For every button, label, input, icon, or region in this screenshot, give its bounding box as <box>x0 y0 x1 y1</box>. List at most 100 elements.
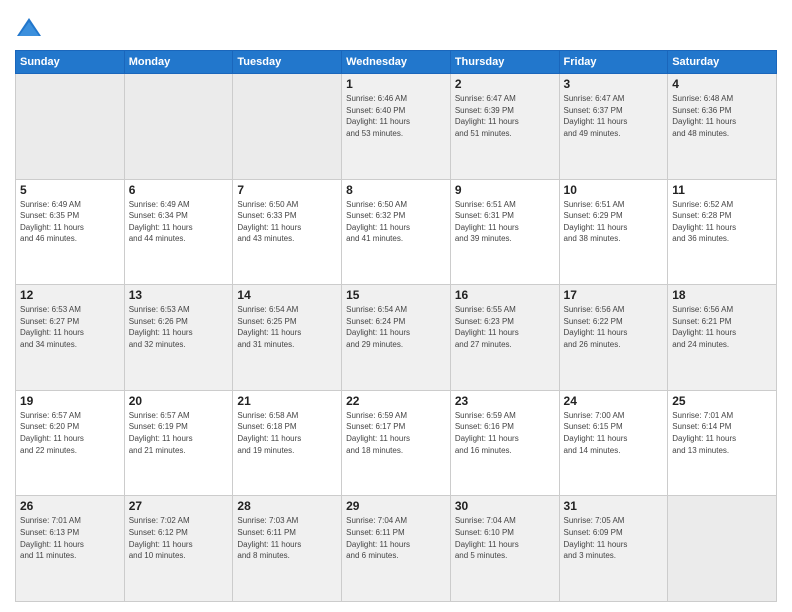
calendar-cell: 20 Sunrise: 6:57 AM Sunset: 6:19 PM Dayli… <box>124 390 233 496</box>
day-info: Sunrise: 6:51 AM Sunset: 6:31 PM Dayligh… <box>455 199 555 245</box>
day-number: 9 <box>455 183 555 197</box>
weekday-header: Friday <box>559 51 668 74</box>
calendar-cell: 26 Sunrise: 7:01 AM Sunset: 6:13 PM Dayli… <box>16 496 125 602</box>
day-number: 15 <box>346 288 446 302</box>
weekday-header: Tuesday <box>233 51 342 74</box>
day-number: 23 <box>455 394 555 408</box>
day-number: 30 <box>455 499 555 513</box>
day-info: Sunrise: 7:04 AM Sunset: 6:10 PM Dayligh… <box>455 515 555 561</box>
day-info: Sunrise: 7:01 AM Sunset: 6:14 PM Dayligh… <box>672 410 772 456</box>
calendar-cell: 21Sunrise: 6:58 AM Sunset: 6:18 PM Dayli… <box>233 390 342 496</box>
calendar-cell: 9 Sunrise: 6:51 AM Sunset: 6:31 PM Daylig… <box>450 179 559 285</box>
calendar-cell: 12 Sunrise: 6:53 AM Sunset: 6:27 PM Dayli… <box>16 285 125 391</box>
day-number: 5 <box>20 183 120 197</box>
day-info: Sunrise: 6:56 AM Sunset: 6:21 PM Dayligh… <box>672 304 772 350</box>
calendar-cell: 23 Sunrise: 6:59 AM Sunset: 6:16 PM Dayli… <box>450 390 559 496</box>
day-number: 10 <box>564 183 664 197</box>
day-info: Sunrise: 6:53 AM Sunset: 6:26 PM Dayligh… <box>129 304 229 350</box>
calendar-cell: 15 Sunrise: 6:54 AM Sunset: 6:24 PM Dayli… <box>342 285 451 391</box>
calendar-cell: 4 Sunrise: 6:48 AM Sunset: 6:36 PM Daylig… <box>668 74 777 180</box>
calendar-cell: 6 Sunrise: 6:49 AM Sunset: 6:34 PM Daylig… <box>124 179 233 285</box>
header <box>15 10 777 42</box>
day-number: 3 <box>564 77 664 91</box>
day-info: Sunrise: 6:54 AM Sunset: 6:24 PM Dayligh… <box>346 304 446 350</box>
calendar-cell: 5Sunrise: 6:49 AM Sunset: 6:35 PM Daylig… <box>16 179 125 285</box>
day-number: 31 <box>564 499 664 513</box>
calendar-cell: 25 Sunrise: 7:01 AM Sunset: 6:14 PM Dayli… <box>668 390 777 496</box>
calendar-cell: 30 Sunrise: 7:04 AM Sunset: 6:10 PM Dayli… <box>450 496 559 602</box>
calendar-cell <box>668 496 777 602</box>
calendar-cell <box>233 74 342 180</box>
weekday-header: Sunday <box>16 51 125 74</box>
calendar-cell: 31 Sunrise: 7:05 AM Sunset: 6:09 PM Dayli… <box>559 496 668 602</box>
day-number: 14 <box>237 288 337 302</box>
day-info: Sunrise: 6:59 AM Sunset: 6:17 PM Dayligh… <box>346 410 446 456</box>
calendar-cell: 18 Sunrise: 6:56 AM Sunset: 6:21 PM Dayli… <box>668 285 777 391</box>
day-number: 6 <box>129 183 229 197</box>
day-info: Sunrise: 6:53 AM Sunset: 6:27 PM Dayligh… <box>20 304 120 350</box>
day-info: Sunrise: 6:49 AM Sunset: 6:34 PM Dayligh… <box>129 199 229 245</box>
day-number: 25 <box>672 394 772 408</box>
day-info: Sunrise: 6:57 AM Sunset: 6:19 PM Dayligh… <box>129 410 229 456</box>
weekday-header: Thursday <box>450 51 559 74</box>
day-number: 11 <box>672 183 772 197</box>
day-number: 16 <box>455 288 555 302</box>
calendar-cell: 16 Sunrise: 6:55 AM Sunset: 6:23 PM Dayli… <box>450 285 559 391</box>
day-number: 26 <box>20 499 120 513</box>
calendar-cell: 3 Sunrise: 6:47 AM Sunset: 6:37 PM Daylig… <box>559 74 668 180</box>
day-info: Sunrise: 6:47 AM Sunset: 6:37 PM Dayligh… <box>564 93 664 139</box>
weekday-header: Saturday <box>668 51 777 74</box>
day-number: 29 <box>346 499 446 513</box>
logo <box>15 14 45 42</box>
day-info: Sunrise: 6:52 AM Sunset: 6:28 PM Dayligh… <box>672 199 772 245</box>
day-number: 18 <box>672 288 772 302</box>
calendar-week-row: 26 Sunrise: 7:01 AM Sunset: 6:13 PM Dayli… <box>16 496 777 602</box>
day-info: Sunrise: 6:51 AM Sunset: 6:29 PM Dayligh… <box>564 199 664 245</box>
calendar-cell: 10 Sunrise: 6:51 AM Sunset: 6:29 PM Dayli… <box>559 179 668 285</box>
day-number: 24 <box>564 394 664 408</box>
day-info: Sunrise: 6:58 AM Sunset: 6:18 PM Dayligh… <box>237 410 337 456</box>
day-info: Sunrise: 6:50 AM Sunset: 6:33 PM Dayligh… <box>237 199 337 245</box>
day-number: 28 <box>237 499 337 513</box>
day-number: 19 <box>20 394 120 408</box>
day-info: Sunrise: 7:01 AM Sunset: 6:13 PM Dayligh… <box>20 515 120 561</box>
day-number: 4 <box>672 77 772 91</box>
day-number: 2 <box>455 77 555 91</box>
calendar-table: SundayMondayTuesdayWednesdayThursdayFrid… <box>15 50 777 602</box>
calendar-cell: 2 Sunrise: 6:47 AM Sunset: 6:39 PM Daylig… <box>450 74 559 180</box>
day-number: 1 <box>346 77 446 91</box>
weekday-header-row: SundayMondayTuesdayWednesdayThursdayFrid… <box>16 51 777 74</box>
calendar-cell <box>124 74 233 180</box>
day-info: Sunrise: 6:47 AM Sunset: 6:39 PM Dayligh… <box>455 93 555 139</box>
calendar-cell: 11 Sunrise: 6:52 AM Sunset: 6:28 PM Dayli… <box>668 179 777 285</box>
calendar-week-row: 5Sunrise: 6:49 AM Sunset: 6:35 PM Daylig… <box>16 179 777 285</box>
weekday-header: Monday <box>124 51 233 74</box>
day-number: 17 <box>564 288 664 302</box>
calendar-cell: 13Sunrise: 6:53 AM Sunset: 6:26 PM Dayli… <box>124 285 233 391</box>
calendar-cell: 24Sunrise: 7:00 AM Sunset: 6:15 PM Dayli… <box>559 390 668 496</box>
calendar-cell: 7Sunrise: 6:50 AM Sunset: 6:33 PM Daylig… <box>233 179 342 285</box>
day-info: Sunrise: 6:48 AM Sunset: 6:36 PM Dayligh… <box>672 93 772 139</box>
day-info: Sunrise: 6:55 AM Sunset: 6:23 PM Dayligh… <box>455 304 555 350</box>
calendar-week-row: 19 Sunrise: 6:57 AM Sunset: 6:20 PM Dayli… <box>16 390 777 496</box>
calendar-cell: 29Sunrise: 7:04 AM Sunset: 6:11 PM Dayli… <box>342 496 451 602</box>
day-number: 8 <box>346 183 446 197</box>
day-number: 27 <box>129 499 229 513</box>
day-number: 22 <box>346 394 446 408</box>
calendar-cell: 19 Sunrise: 6:57 AM Sunset: 6:20 PM Dayli… <box>16 390 125 496</box>
calendar-cell: 22 Sunrise: 6:59 AM Sunset: 6:17 PM Dayli… <box>342 390 451 496</box>
day-info: Sunrise: 6:57 AM Sunset: 6:20 PM Dayligh… <box>20 410 120 456</box>
calendar-cell: 17Sunrise: 6:56 AM Sunset: 6:22 PM Dayli… <box>559 285 668 391</box>
calendar-cell: 14Sunrise: 6:54 AM Sunset: 6:25 PM Dayli… <box>233 285 342 391</box>
calendar-week-row: 12 Sunrise: 6:53 AM Sunset: 6:27 PM Dayli… <box>16 285 777 391</box>
calendar-cell: 8 Sunrise: 6:50 AM Sunset: 6:32 PM Daylig… <box>342 179 451 285</box>
page: SundayMondayTuesdayWednesdayThursdayFrid… <box>0 0 792 612</box>
day-info: Sunrise: 6:50 AM Sunset: 6:32 PM Dayligh… <box>346 199 446 245</box>
weekday-header: Wednesday <box>342 51 451 74</box>
day-info: Sunrise: 7:05 AM Sunset: 6:09 PM Dayligh… <box>564 515 664 561</box>
day-info: Sunrise: 6:59 AM Sunset: 6:16 PM Dayligh… <box>455 410 555 456</box>
day-number: 12 <box>20 288 120 302</box>
day-info: Sunrise: 6:46 AM Sunset: 6:40 PM Dayligh… <box>346 93 446 139</box>
calendar-week-row: 1 Sunrise: 6:46 AM Sunset: 6:40 PM Daylig… <box>16 74 777 180</box>
day-number: 20 <box>129 394 229 408</box>
